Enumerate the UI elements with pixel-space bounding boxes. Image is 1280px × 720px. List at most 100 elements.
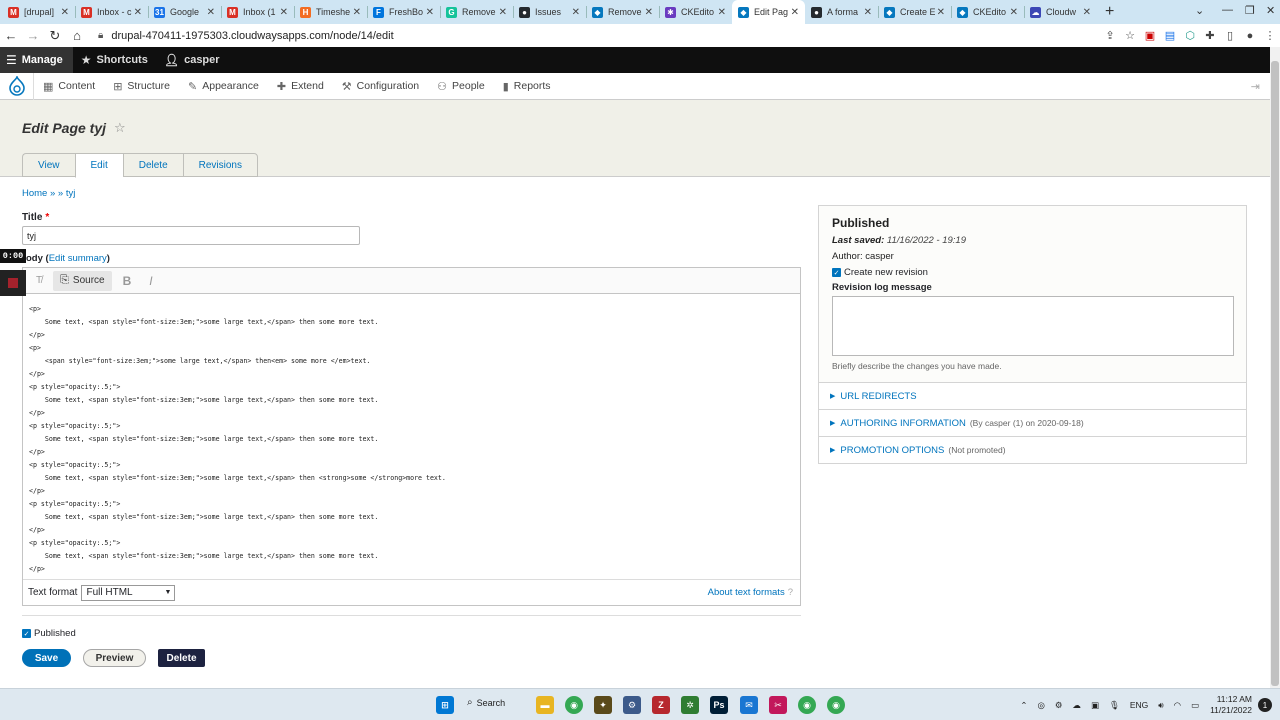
minimize-icon[interactable]: — [1222, 4, 1233, 16]
preview-button[interactable]: Preview [83, 649, 146, 667]
browser-tab[interactable]: ● A forma ✕ [805, 0, 878, 24]
restore-icon[interactable]: ❐ [1245, 4, 1255, 17]
browser-tab[interactable]: ● Issues ✕ [513, 0, 586, 24]
profile-avatar-icon[interactable]: ● [1240, 30, 1260, 42]
save-button[interactable]: Save [22, 649, 71, 667]
about-text-formats[interactable]: About text formats? [708, 587, 793, 598]
photoshop-icon[interactable]: Ps [710, 696, 728, 714]
published-checkbox[interactable]: ✓ [22, 629, 31, 638]
close-tab-icon[interactable]: ✕ [572, 7, 580, 18]
close-tab-icon[interactable]: ✕ [207, 7, 215, 18]
browser-tab[interactable]: ✱ CKEdito ✕ [659, 0, 732, 24]
browser-tab[interactable]: ◆ Remove ✕ [586, 0, 659, 24]
remove-format-button[interactable]: T̸ [29, 271, 49, 291]
details-promotion-options[interactable]: ▶ PROMOTION OPTIONS (Not promoted) [819, 436, 1246, 463]
scrollbar-thumb[interactable] [1271, 61, 1279, 686]
shortcut-star-icon[interactable]: ☆ [114, 120, 126, 136]
app-icon[interactable]: ✲ [681, 696, 699, 714]
close-tab-icon[interactable]: ✕ [426, 7, 434, 18]
tray-app-icon[interactable]: ▣ [1091, 700, 1099, 711]
tab-delete[interactable]: Delete [122, 153, 183, 177]
tray-item-people[interactable]: ⚇ People [428, 73, 494, 100]
puzzle-icon[interactable]: ✚ [1200, 29, 1220, 42]
browser-tab[interactable]: ◆ CKEdito ✕ [951, 0, 1024, 24]
close-tab-icon[interactable]: ✕ [645, 7, 653, 18]
file-explorer-icon[interactable]: ▬ [536, 696, 554, 714]
close-tab-icon[interactable]: ✕ [280, 7, 288, 18]
details-url-redirects[interactable]: ▶ URL REDIRECTS [819, 382, 1246, 409]
new-revision-row[interactable]: ✓ Create new revision [832, 267, 1233, 278]
app-icon[interactable]: ✂ [769, 696, 787, 714]
new-tab-icon[interactable]: + [1105, 3, 1114, 21]
app-icon[interactable]: ⚙ [623, 696, 641, 714]
tray-item-structure[interactable]: ⊞ Structure [104, 73, 179, 100]
taskbar-search[interactable]: ⌕ Search [467, 697, 505, 708]
back-icon[interactable]: ← [0, 28, 22, 43]
browser-tab[interactable]: ◆ Create E ✕ [878, 0, 951, 24]
tab-view[interactable]: View [22, 153, 75, 177]
italic-button[interactable]: I [142, 271, 159, 291]
forward-icon[interactable]: → [22, 28, 44, 43]
language-indicator[interactable]: ENG [1130, 700, 1148, 710]
close-tab-icon[interactable]: ✕ [718, 7, 726, 18]
source-button[interactable]: ⎘ Source [53, 270, 112, 291]
volume-icon[interactable]: 🔊︎ [1158, 700, 1163, 711]
microphone-icon[interactable]: 🎙︎ [1109, 700, 1120, 711]
delete-button[interactable]: Delete [158, 649, 205, 667]
close-tab-icon[interactable]: ✕ [499, 7, 507, 18]
drupal-logo-icon[interactable] [0, 72, 34, 100]
orientation-toggle-icon[interactable]: ⇥ [1251, 80, 1260, 93]
tray-item-extend[interactable]: ✚ Extend [268, 73, 333, 100]
lock-icon[interactable]: 🔒︎ [98, 30, 103, 41]
chrome-icon[interactable]: ◉ [798, 696, 816, 714]
share-icon[interactable]: ⇪ [1100, 29, 1120, 42]
browser-tab[interactable]: M [drupal] ✕ [2, 0, 75, 24]
bookmark-star-icon[interactable]: ☆ [1120, 29, 1140, 42]
tray-item-appearance[interactable]: ✎ Appearance [179, 73, 268, 100]
bold-button[interactable]: B [116, 271, 139, 291]
app-icon[interactable]: ✉ [740, 696, 758, 714]
extension-icon[interactable]: ▤ [1160, 29, 1180, 42]
battery-icon[interactable]: ▭ [1191, 700, 1199, 711]
close-tab-icon[interactable]: ✕ [791, 7, 799, 18]
breadcrumb[interactable]: Home » » tyj [22, 188, 75, 199]
tray-item-configuration[interactable]: ⚒ Configuration [333, 73, 428, 100]
title-input[interactable] [22, 226, 360, 245]
published-checkbox-row[interactable]: ✓ Published [22, 628, 76, 639]
recorder-stop-button[interactable] [0, 270, 26, 296]
browser-tab[interactable]: ◆ Edit Pag ✕ [732, 0, 805, 24]
user-button[interactable]: 👤︎ casper [156, 47, 228, 73]
wifi-icon[interactable]: ◠ [1174, 700, 1181, 711]
chrome-icon[interactable]: ◉ [565, 696, 583, 714]
browser-tab[interactable]: ☁ Cloudw ✕ [1024, 0, 1097, 24]
sidepanel-icon[interactable]: ▯ [1220, 29, 1240, 42]
browser-tab[interactable]: H Timeshe ✕ [294, 0, 367, 24]
tray-app-icon[interactable]: ⚙ [1055, 700, 1063, 711]
tray-app-icon[interactable]: ☁ [1073, 700, 1082, 711]
clock[interactable]: 11:12 AM 11/21/2022 [1210, 694, 1252, 716]
browser-tab[interactable]: M Inbox - c ✕ [75, 0, 148, 24]
close-tab-icon[interactable]: ✕ [864, 7, 872, 18]
browser-tab[interactable]: 31 Google ✕ [148, 0, 221, 24]
menu-dots-icon[interactable]: ⋮ [1260, 29, 1280, 42]
close-tab-icon[interactable]: ✕ [353, 7, 361, 18]
manage-button[interactable]: ☰ Manage [0, 47, 73, 73]
revision-log-textarea[interactable] [832, 296, 1234, 356]
edit-summary-link[interactable]: Edit summary [49, 253, 107, 264]
details-authoring-information[interactable]: ▶ AUTHORING INFORMATION (By casper (1) o… [819, 409, 1246, 436]
browser-tab[interactable]: F FreshBo ✕ [367, 0, 440, 24]
tray-app-icon[interactable]: ◎ [1037, 700, 1044, 711]
extension-icon[interactable]: ⬡ [1180, 29, 1200, 42]
close-tab-icon[interactable]: ✕ [134, 7, 142, 18]
filezilla-icon[interactable]: Z [652, 696, 670, 714]
browser-tab[interactable]: G Remove ✕ [440, 0, 513, 24]
close-tab-icon[interactable]: ✕ [1083, 7, 1091, 18]
notification-badge[interactable]: 1 [1258, 698, 1272, 712]
page-scrollbar[interactable] [1270, 47, 1280, 688]
text-format-select[interactable]: Full HTML ▼ [81, 584, 176, 601]
reload-icon[interactable]: ↻ [44, 28, 66, 44]
home-icon[interactable]: ⌂ [66, 28, 88, 43]
url-field[interactable]: 🔒︎ drupal-470411-1975303.cloudwaysapps.c… [98, 30, 1100, 42]
shortcuts-button[interactable]: ★ Shortcuts [73, 47, 156, 73]
close-window-icon[interactable]: ✕ [1266, 4, 1275, 17]
